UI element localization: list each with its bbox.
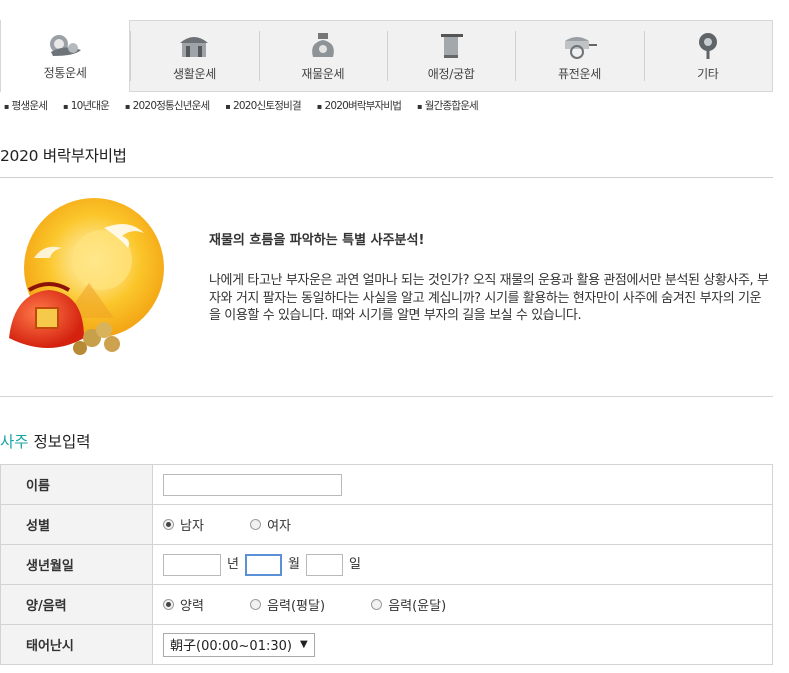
form-row-birthtime: 태어난시 朝子(00:00~01:30) ▼ [0,624,773,665]
tab-label: 기타 [697,67,719,81]
radio-dot [163,599,174,610]
page-title: 2020 벼락부자비법 [0,147,127,165]
birth-month-input[interactable] [244,553,282,576]
radio-label: 양력 [180,599,204,614]
calendar-lunar-leap-radio[interactable]: 음력(윤달) [371,595,446,614]
radio-dot [250,519,262,530]
radio-label: 여자 [267,519,291,534]
birthtime-select[interactable]: 朝子(00:00~01:30) ▼ [163,632,315,657]
submenu-item[interactable]: 2020신토정비결 [225,98,302,113]
form-title-accent: 사주 [0,433,29,451]
name-label: 이름 [0,464,153,505]
birthtime-label: 태어난시 [0,624,153,665]
tab-label: 애정/궁합 [427,67,475,81]
radio-label: 음력(윤달) [388,599,447,614]
cloud-icon [50,35,82,56]
tab-jeongtong[interactable]: 정통운세 [1,20,131,92]
form-row-gender: 성별 남자 여자 [0,504,773,545]
submenu-item[interactable]: 2020정통신년운세 [125,98,210,113]
calendar-label: 양/음력 [0,584,153,625]
form-row-birthdate: 생년월일 년 월 일 [0,544,773,585]
submenu-item[interactable]: 2020벼락부자비법 [317,98,401,113]
birthtime-value: 朝子(00:00~01:30) [170,639,292,654]
name-input[interactable] [163,473,342,496]
submenu-item[interactable]: 월간종합운세 [417,98,479,113]
tab-label: 재물운세 [301,67,345,81]
birth-year-input[interactable] [163,553,221,576]
birthtime-cell: 朝子(00:00~01:30) ▼ [152,624,773,665]
tab-label: 정통운세 [43,66,87,80]
birth-day-input[interactable] [305,553,343,576]
gender-female-radio[interactable]: 여자 [250,515,291,534]
unit-month: 월 [287,557,300,573]
form-title-text: 정보입력 [28,433,91,451]
calendar-solar-radio[interactable]: 양력 [163,595,204,614]
radio-dot [163,519,174,530]
tab-jaemul[interactable]: 재물운세 [258,21,387,91]
radio-label: 남자 [180,519,204,534]
chevron-down-icon: ▼ [299,639,308,650]
tab-label: 퓨전운세 [557,67,601,81]
tab-etc[interactable]: 기타 [643,21,772,91]
calendar-lunar-normal-radio[interactable]: 음력(평달) [250,595,325,614]
form-row-name: 이름 [0,464,773,505]
form-title: 사주 정보입력 [0,430,91,452]
radio-dot [250,599,262,610]
house-icon [180,37,209,57]
name-cell [152,464,773,505]
unit-day: 일 [348,557,361,573]
submenu-item[interactable]: 평생운세 [4,98,48,113]
radio-dot [371,599,383,610]
tab-saenghwal[interactable]: 생활운세 [130,21,258,91]
sub-menu: 평생운세 10년대운 2020정통신년운세 2020신토정비결 2020벼락부자… [4,98,494,113]
gender-male-radio[interactable]: 남자 [163,515,204,534]
pin-icon [698,33,717,59]
tab-aejeong[interactable]: 애정/궁합 [386,21,515,91]
calendar-cell: 양력 음력(평달) 음력(윤달) [152,584,773,625]
intro-heading: 재물의 흐름을 파악하는 특별 사주분석! [209,233,425,248]
gender-cell: 남자 여자 [152,504,773,545]
intro-description: 나에게 타고난 부자운은 과연 얼마나 되는 것인가? 오직 재물의 운용과 활… [209,273,769,323]
divider [0,396,773,397]
divider [0,177,773,178]
unit-year: 년 [227,557,239,573]
saju-info-form: 이름 성별 남자 여자 생년월일 년 월 일 양/음력 양력 음력(평달) 음력(윤… [0,464,773,665]
cart-icon [565,37,598,59]
submenu-item[interactable]: 10년대운 [63,98,110,113]
radio-label: 음력(평달) [267,599,326,614]
tab-fusion[interactable]: 퓨전운세 [515,21,643,91]
money-bag-icon [311,33,334,57]
gender-label: 성별 [0,504,153,545]
birthdate-cell: 년월일 [152,544,773,585]
fortune-money-bag-illustration [9,198,164,355]
category-nav: 정통운세 생활운세 재물운세 애정/궁합 퓨전운세 기타 [0,20,773,92]
form-row-calendar: 양/음력 양력 음력(평달) 음력(윤달) [0,584,773,625]
tab-label: 생활운세 [173,67,216,81]
lantern-icon [441,34,464,58]
birthdate-label: 생년월일 [0,544,153,585]
